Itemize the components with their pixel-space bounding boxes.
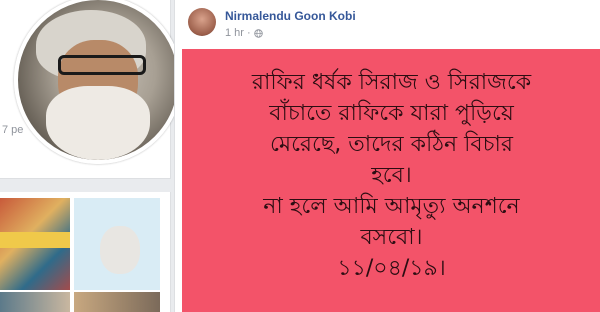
left-column: 7 pe [0,0,182,312]
feed-post: Nirmalendu Goon Kobi 1 hr · রাফির ধর্ষক … [174,0,600,312]
separator-dot: · [246,27,251,39]
post-author-name[interactable]: Nirmalendu Goon Kobi [225,9,356,23]
profile-card: 7 pe [0,0,182,179]
photo-thumbnail[interactable] [0,198,70,290]
photo-thumbnail[interactable] [74,292,160,312]
post-text: রাফির ধর্ষক সিরাজ ও সিরাজকে বাঁচাতে রাফি… [192,67,592,284]
post-text-line: বাঁচাতে রাফিকে যারা পুড়িয়ে [269,101,514,126]
post-text-line: হবে। [371,163,412,188]
thumbnail-face [100,226,140,274]
post-text-line: মেরেছে, তাদের কঠিন বিচার [269,132,514,157]
photo-thumbnail[interactable] [74,198,160,290]
avatar-glasses [58,55,146,75]
post-text-line: রাফির ধর্ষক সিরাজ ও সিরাজকে [251,70,532,95]
post-author-avatar[interactable] [188,8,216,36]
post-text-line: বসবো। [360,225,423,250]
globe-icon[interactable] [253,28,263,38]
post-timestamp[interactable]: 1 hr [225,27,244,39]
avatar-beard [46,86,150,160]
post-text-line: না হলে আমি আমৃত্যু অনশনে [263,194,520,219]
photo-thumbnail[interactable] [0,292,70,312]
post-colored-background: রাফির ধর্ষক সিরাজ ও সিরাজকে বাঁচাতে রাফি… [182,49,600,312]
photos-card [0,192,171,312]
thumbnail-banner [0,232,70,248]
profile-picture[interactable] [14,0,182,164]
sidebar-partial-text: 7 pe [2,124,24,136]
post-text-line: ১১/০৪/১৯। [337,256,446,281]
post-meta: 1 hr · [225,27,263,39]
